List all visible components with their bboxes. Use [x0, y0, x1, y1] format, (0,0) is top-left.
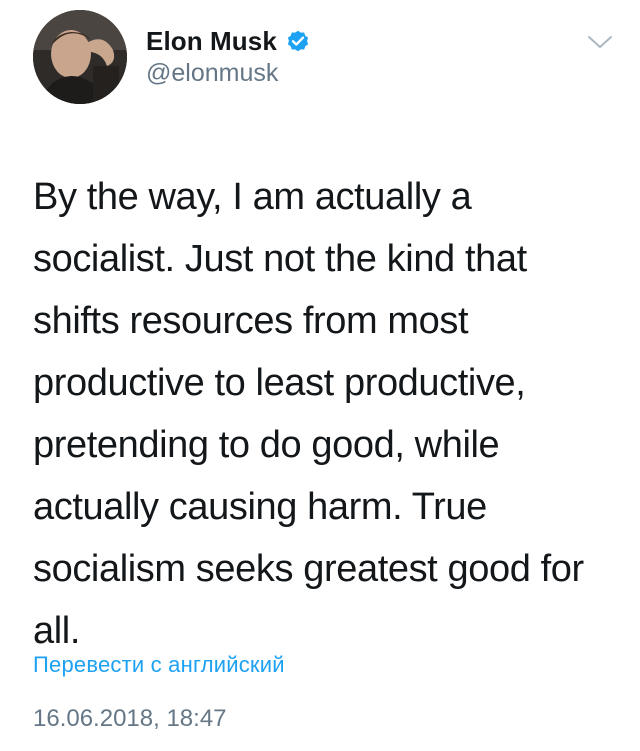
tweet-card: Elon Musk @elonmusk By the way, I am act…	[0, 0, 640, 751]
name-row: Elon Musk	[146, 26, 311, 56]
avatar-photo	[33, 10, 127, 104]
tweet-text: By the way, I am actually a socialist. J…	[33, 176, 584, 652]
chevron-down-icon[interactable]	[585, 30, 615, 54]
translate-link[interactable]: Перевести с английский	[33, 652, 285, 678]
verified-badge-icon	[285, 28, 311, 54]
handle[interactable]: @elonmusk	[146, 59, 311, 88]
avatar[interactable]	[33, 10, 127, 104]
timestamp[interactable]: 16.06.2018, 18:47	[33, 705, 227, 733]
author-block: Elon Musk @elonmusk	[146, 26, 311, 88]
display-name[interactable]: Elon Musk	[146, 26, 277, 57]
